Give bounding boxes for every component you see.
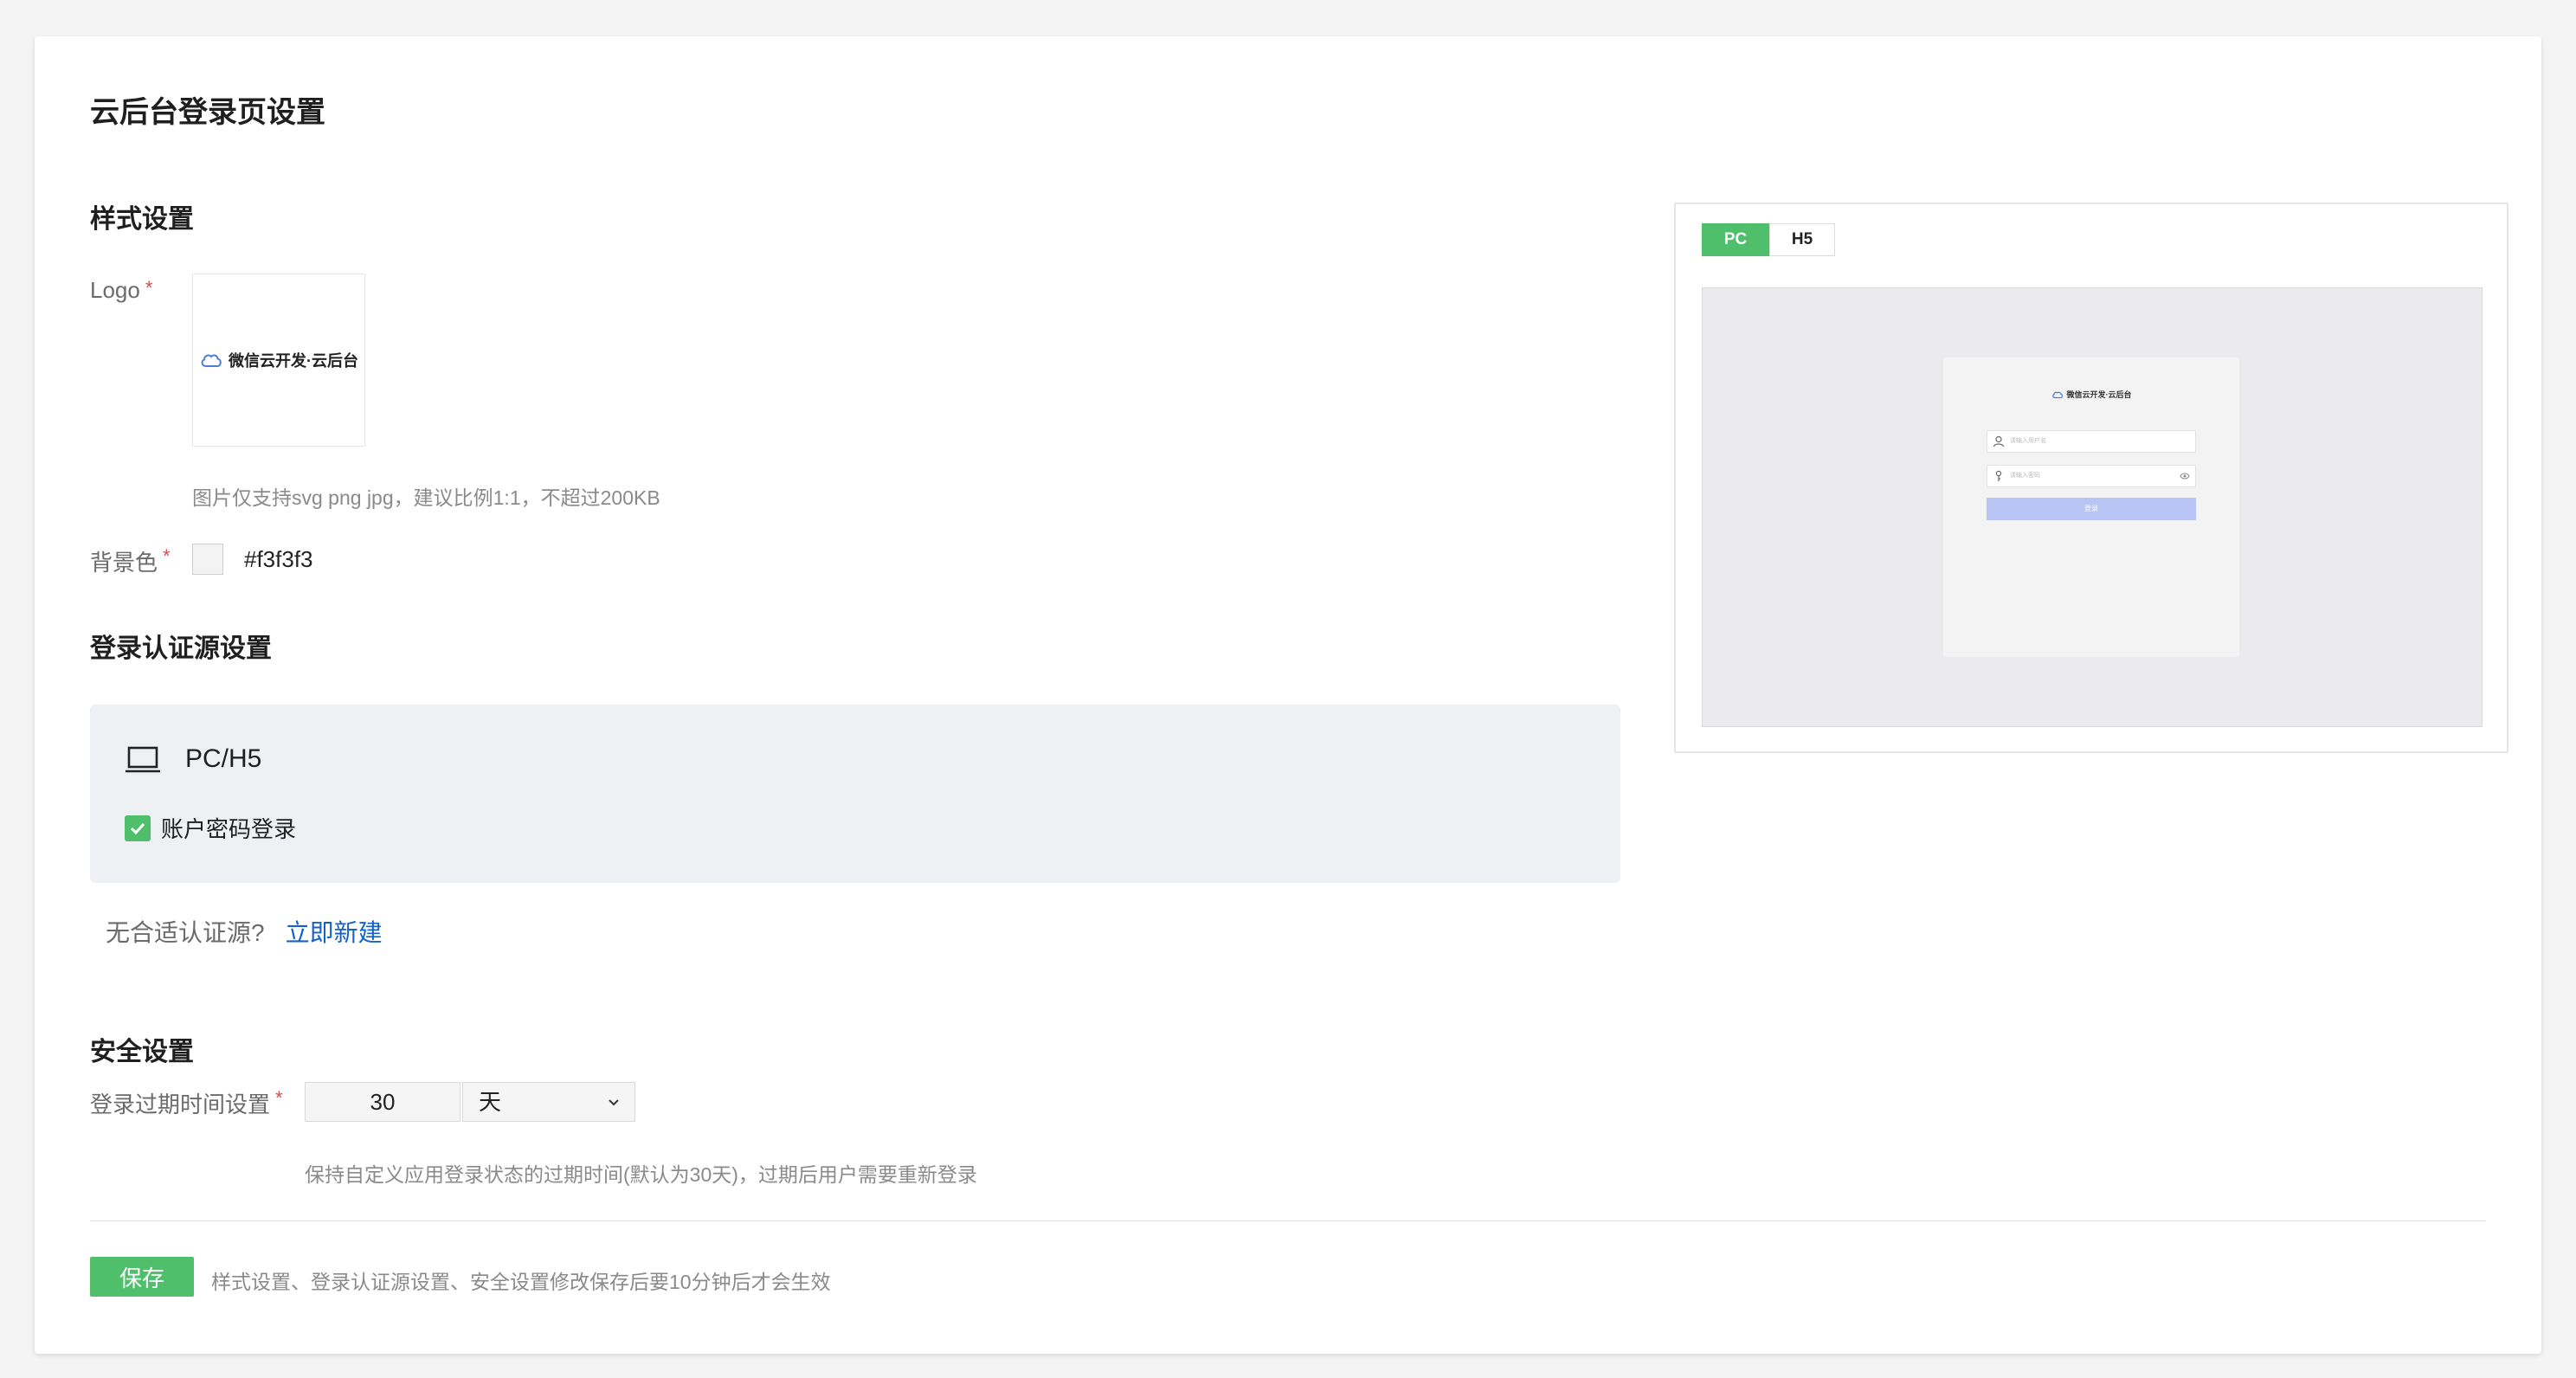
bg-color-value: #f3f3f3 (244, 546, 313, 572)
tab-pc[interactable]: PC (1702, 223, 1769, 256)
preview-canvas: 微信云开发·云后台 请输入用户名 请输入密码 登录 (1702, 287, 2483, 727)
auth-panel-title: PC/H5 (185, 744, 262, 773)
preview-username-input: 请输入用户名 (1987, 430, 2196, 453)
preview-login-card: 微信云开发·云后台 请输入用户名 请输入密码 登录 (1943, 357, 2239, 657)
password-login-option[interactable]: 账户密码登录 (125, 812, 296, 844)
required-mark: * (163, 545, 171, 567)
auth-source-panel: PC/H5 账户密码登录 (90, 705, 1620, 883)
expire-hint: 保持自定义应用登录状态的过期时间(默认为30天)，过期后用户需要重新登录 (305, 1163, 977, 1186)
logo-upload[interactable]: 微信云开发·云后台 (192, 274, 365, 447)
required-mark: * (275, 1087, 283, 1109)
logo-hint: 图片仅支持svg png jpg，建议比例1:1，不超过200KB (192, 486, 660, 509)
preview-logo-text: 微信云开发·云后台 (2066, 390, 2132, 399)
tab-h5[interactable]: H5 (1769, 223, 1835, 256)
required-mark: * (145, 277, 153, 299)
footer-divider (90, 1220, 2486, 1221)
user-icon (1993, 435, 2005, 448)
page-title: 云后台登录页设置 (90, 96, 325, 129)
cloud-icon (2051, 391, 2063, 398)
no-source-text: 无合适认证源? (106, 919, 265, 946)
check-icon (130, 822, 145, 834)
create-source-link[interactable]: 立即新建 (286, 914, 383, 949)
bg-color-label: 背景色 * (90, 545, 171, 576)
save-button[interactable]: 保存 (90, 1257, 194, 1297)
logo-label: Logo * (90, 277, 153, 303)
bg-color-swatch[interactable] (192, 544, 223, 575)
expire-label: 登录过期时间设置 * (90, 1087, 283, 1117)
cloud-icon (201, 354, 222, 367)
chevron-down-icon (609, 1099, 619, 1106)
eye-icon (2180, 473, 2190, 480)
preview-password-input: 请输入密码 (1987, 465, 2196, 487)
style-settings-title: 样式设置 (90, 205, 194, 234)
expire-value-input[interactable]: 30 (305, 1082, 460, 1122)
no-source-row: 无合适认证源? 立即新建 (106, 914, 383, 949)
save-hint: 样式设置、登录认证源设置、安全设置修改保存后要10分钟后才会生效 (211, 1271, 831, 1293)
expire-unit-select[interactable]: 天 (462, 1082, 635, 1122)
password-login-label: 账户密码登录 (161, 816, 297, 842)
preview-login-button: 登录 (1987, 498, 2196, 520)
preview-username-placeholder: 请输入用户名 (2010, 438, 2046, 444)
key-icon (1995, 470, 2002, 481)
logo-preview: 微信云开发·云后台 (199, 349, 358, 371)
logo-text: 微信云开发·云后台 (229, 352, 358, 370)
preview-password-placeholder: 请输入密码 (2010, 473, 2040, 479)
preview-logo: 微信云开发·云后台 (1943, 389, 2239, 400)
security-settings-title: 安全设置 (90, 1038, 194, 1066)
password-login-checkbox[interactable] (125, 815, 151, 841)
auth-settings-title: 登录认证源设置 (90, 634, 272, 663)
login-preview: PC H5 微信云开发·云后台 请输入用户名 请输入密码 登录 (1674, 203, 2508, 753)
laptop-icon (126, 746, 160, 773)
